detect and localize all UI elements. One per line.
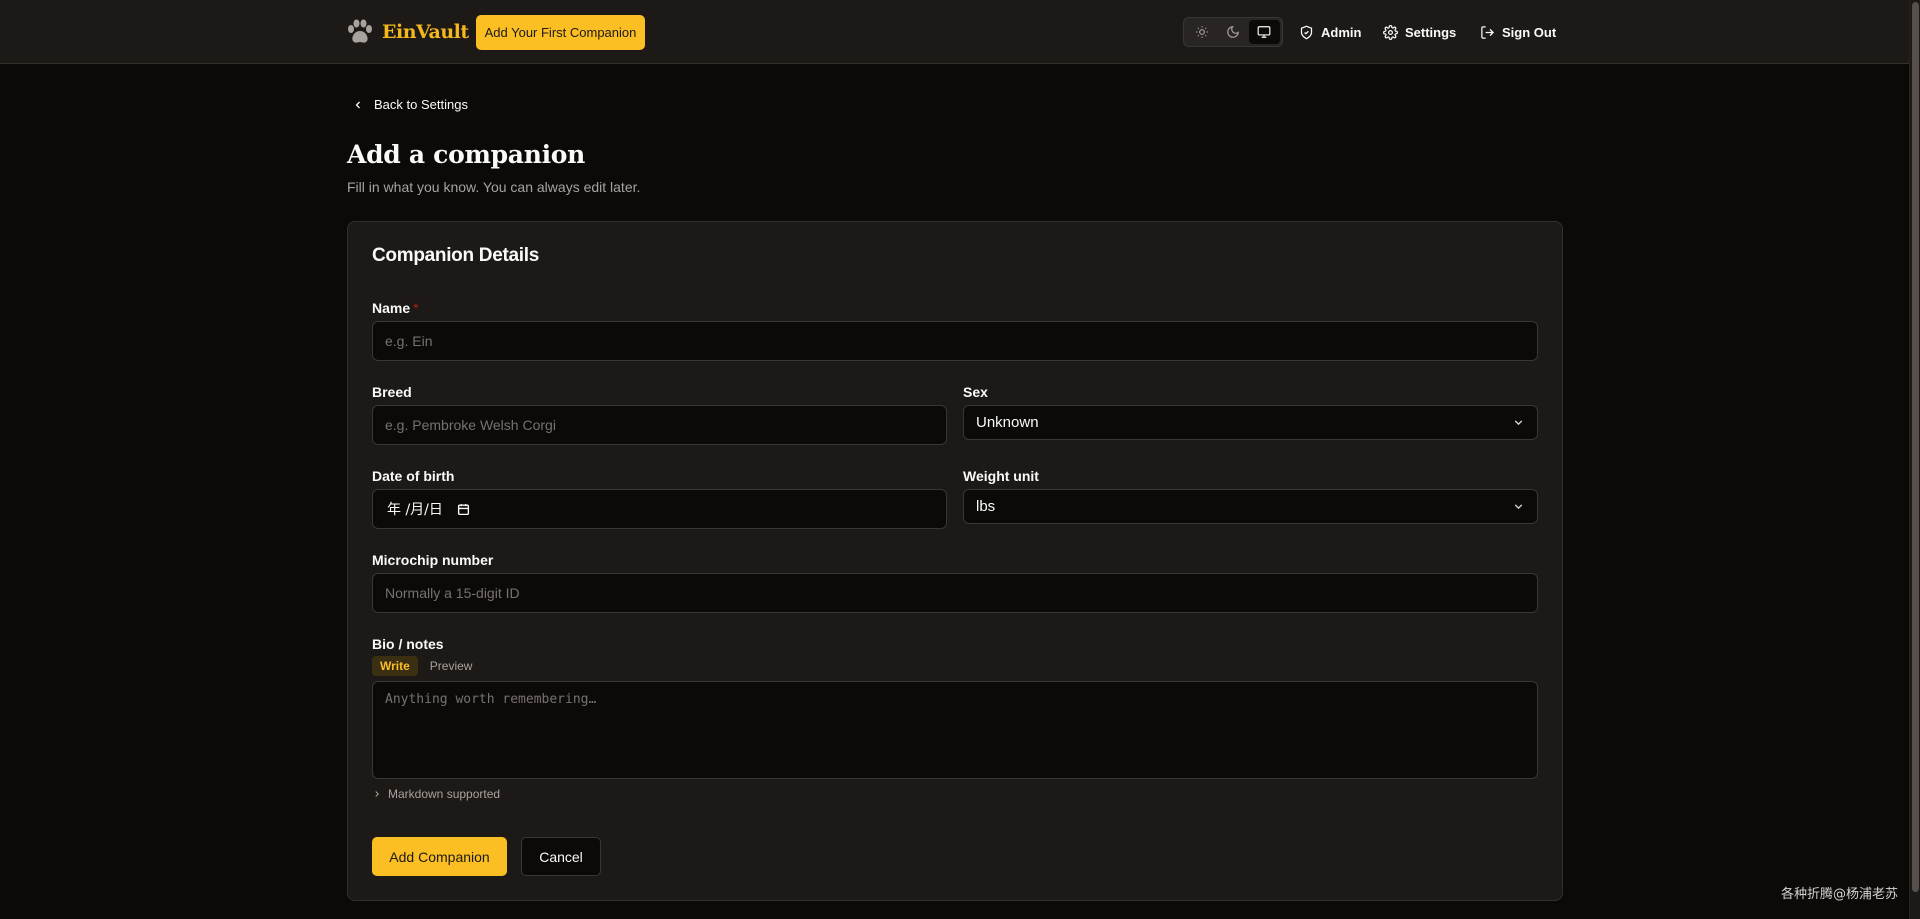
monitor-icon <box>1257 26 1271 38</box>
back-to-settings-link[interactable]: Back to Settings <box>352 97 468 112</box>
gear-icon <box>1383 24 1398 40</box>
sex-selected-value: Unknown <box>976 414 1039 431</box>
theme-light-button[interactable] <box>1186 20 1217 44</box>
page-scrollbar[interactable] <box>1909 0 1920 919</box>
sun-icon <box>1195 26 1208 38</box>
chevron-right-icon <box>375 791 379 797</box>
bio-editor-tabs: Write Preview <box>372 656 480 676</box>
calendar-icon[interactable] <box>457 503 470 516</box>
theme-switcher <box>1183 17 1283 47</box>
sign-out-icon <box>1481 25 1495 39</box>
chevron-down-icon <box>1514 420 1523 426</box>
sex-label: Sex <box>963 384 988 400</box>
required-marker: * <box>413 300 419 316</box>
bio-label: Bio / notes <box>372 636 444 652</box>
watermark: 各种折腾@杨浦老苏 <box>1780 887 1898 902</box>
dob-display: 年 /月/日 <box>387 502 443 518</box>
brand-logo[interactable]: EinVault <box>346 17 469 47</box>
nav-admin-link[interactable]: Admin <box>1299 21 1361 43</box>
weight-unit-select[interactable]: lbs <box>963 489 1538 524</box>
theme-dark-button[interactable] <box>1217 20 1248 44</box>
nav-sign-out-label: Sign Out <box>1502 24 1557 40</box>
add-companion-button[interactable]: Add Companion <box>372 837 507 876</box>
bio-textarea[interactable] <box>372 681 1538 779</box>
microchip-input[interactable] <box>372 573 1538 613</box>
tab-write[interactable]: Write <box>372 656 418 676</box>
moon-icon <box>1227 26 1239 38</box>
markdown-hint-label: Markdown supported <box>388 787 501 801</box>
tab-preview[interactable]: Preview <box>422 656 481 676</box>
theme-system-button[interactable] <box>1248 20 1280 44</box>
companion-details-card: Companion Details Name* Breed Sex Unknow… <box>347 221 1563 901</box>
chevron-down-icon <box>1514 504 1523 510</box>
breed-label: Breed <box>372 384 412 400</box>
shield-icon <box>1300 25 1313 39</box>
brand-name: EinVault <box>382 21 469 43</box>
breed-input[interactable] <box>372 405 947 445</box>
dob-input[interactable]: 年 /月/日 <box>372 489 947 529</box>
top-navbar: EinVault Add Your First Companion Admin <box>0 0 1909 64</box>
page-title: Add a companion <box>347 140 586 169</box>
nav-settings-link[interactable]: Settings <box>1383 21 1456 43</box>
page-subtitle: Fill in what you know. You can always ed… <box>347 179 641 195</box>
name-label: Name * <box>372 300 419 316</box>
nav-settings-label: Settings <box>1405 24 1457 40</box>
card-title: Companion Details <box>372 245 539 266</box>
dob-label: Date of birth <box>372 468 455 484</box>
name-label-text: Name <box>372 300 411 316</box>
nav-admin-label: Admin <box>1321 24 1362 40</box>
paw-icon <box>348 19 372 43</box>
scrollbar-thumb[interactable] <box>1912 2 1919 892</box>
markdown-hint-toggle[interactable]: Markdown supported <box>372 787 500 801</box>
name-input[interactable] <box>372 321 1538 361</box>
weight-unit-selected-value: lbs <box>976 498 996 515</box>
add-first-companion-button[interactable]: Add Your First Companion <box>476 15 645 50</box>
nav-sign-out-link[interactable]: Sign Out <box>1480 21 1556 43</box>
sex-select[interactable]: Unknown <box>963 405 1538 440</box>
microchip-label: Microchip number <box>372 552 494 568</box>
cancel-button[interactable]: Cancel <box>521 837 601 876</box>
weight-unit-label: Weight unit <box>963 468 1039 484</box>
chevron-left-icon <box>355 101 360 108</box>
back-link-label: Back to Settings <box>374 97 468 112</box>
